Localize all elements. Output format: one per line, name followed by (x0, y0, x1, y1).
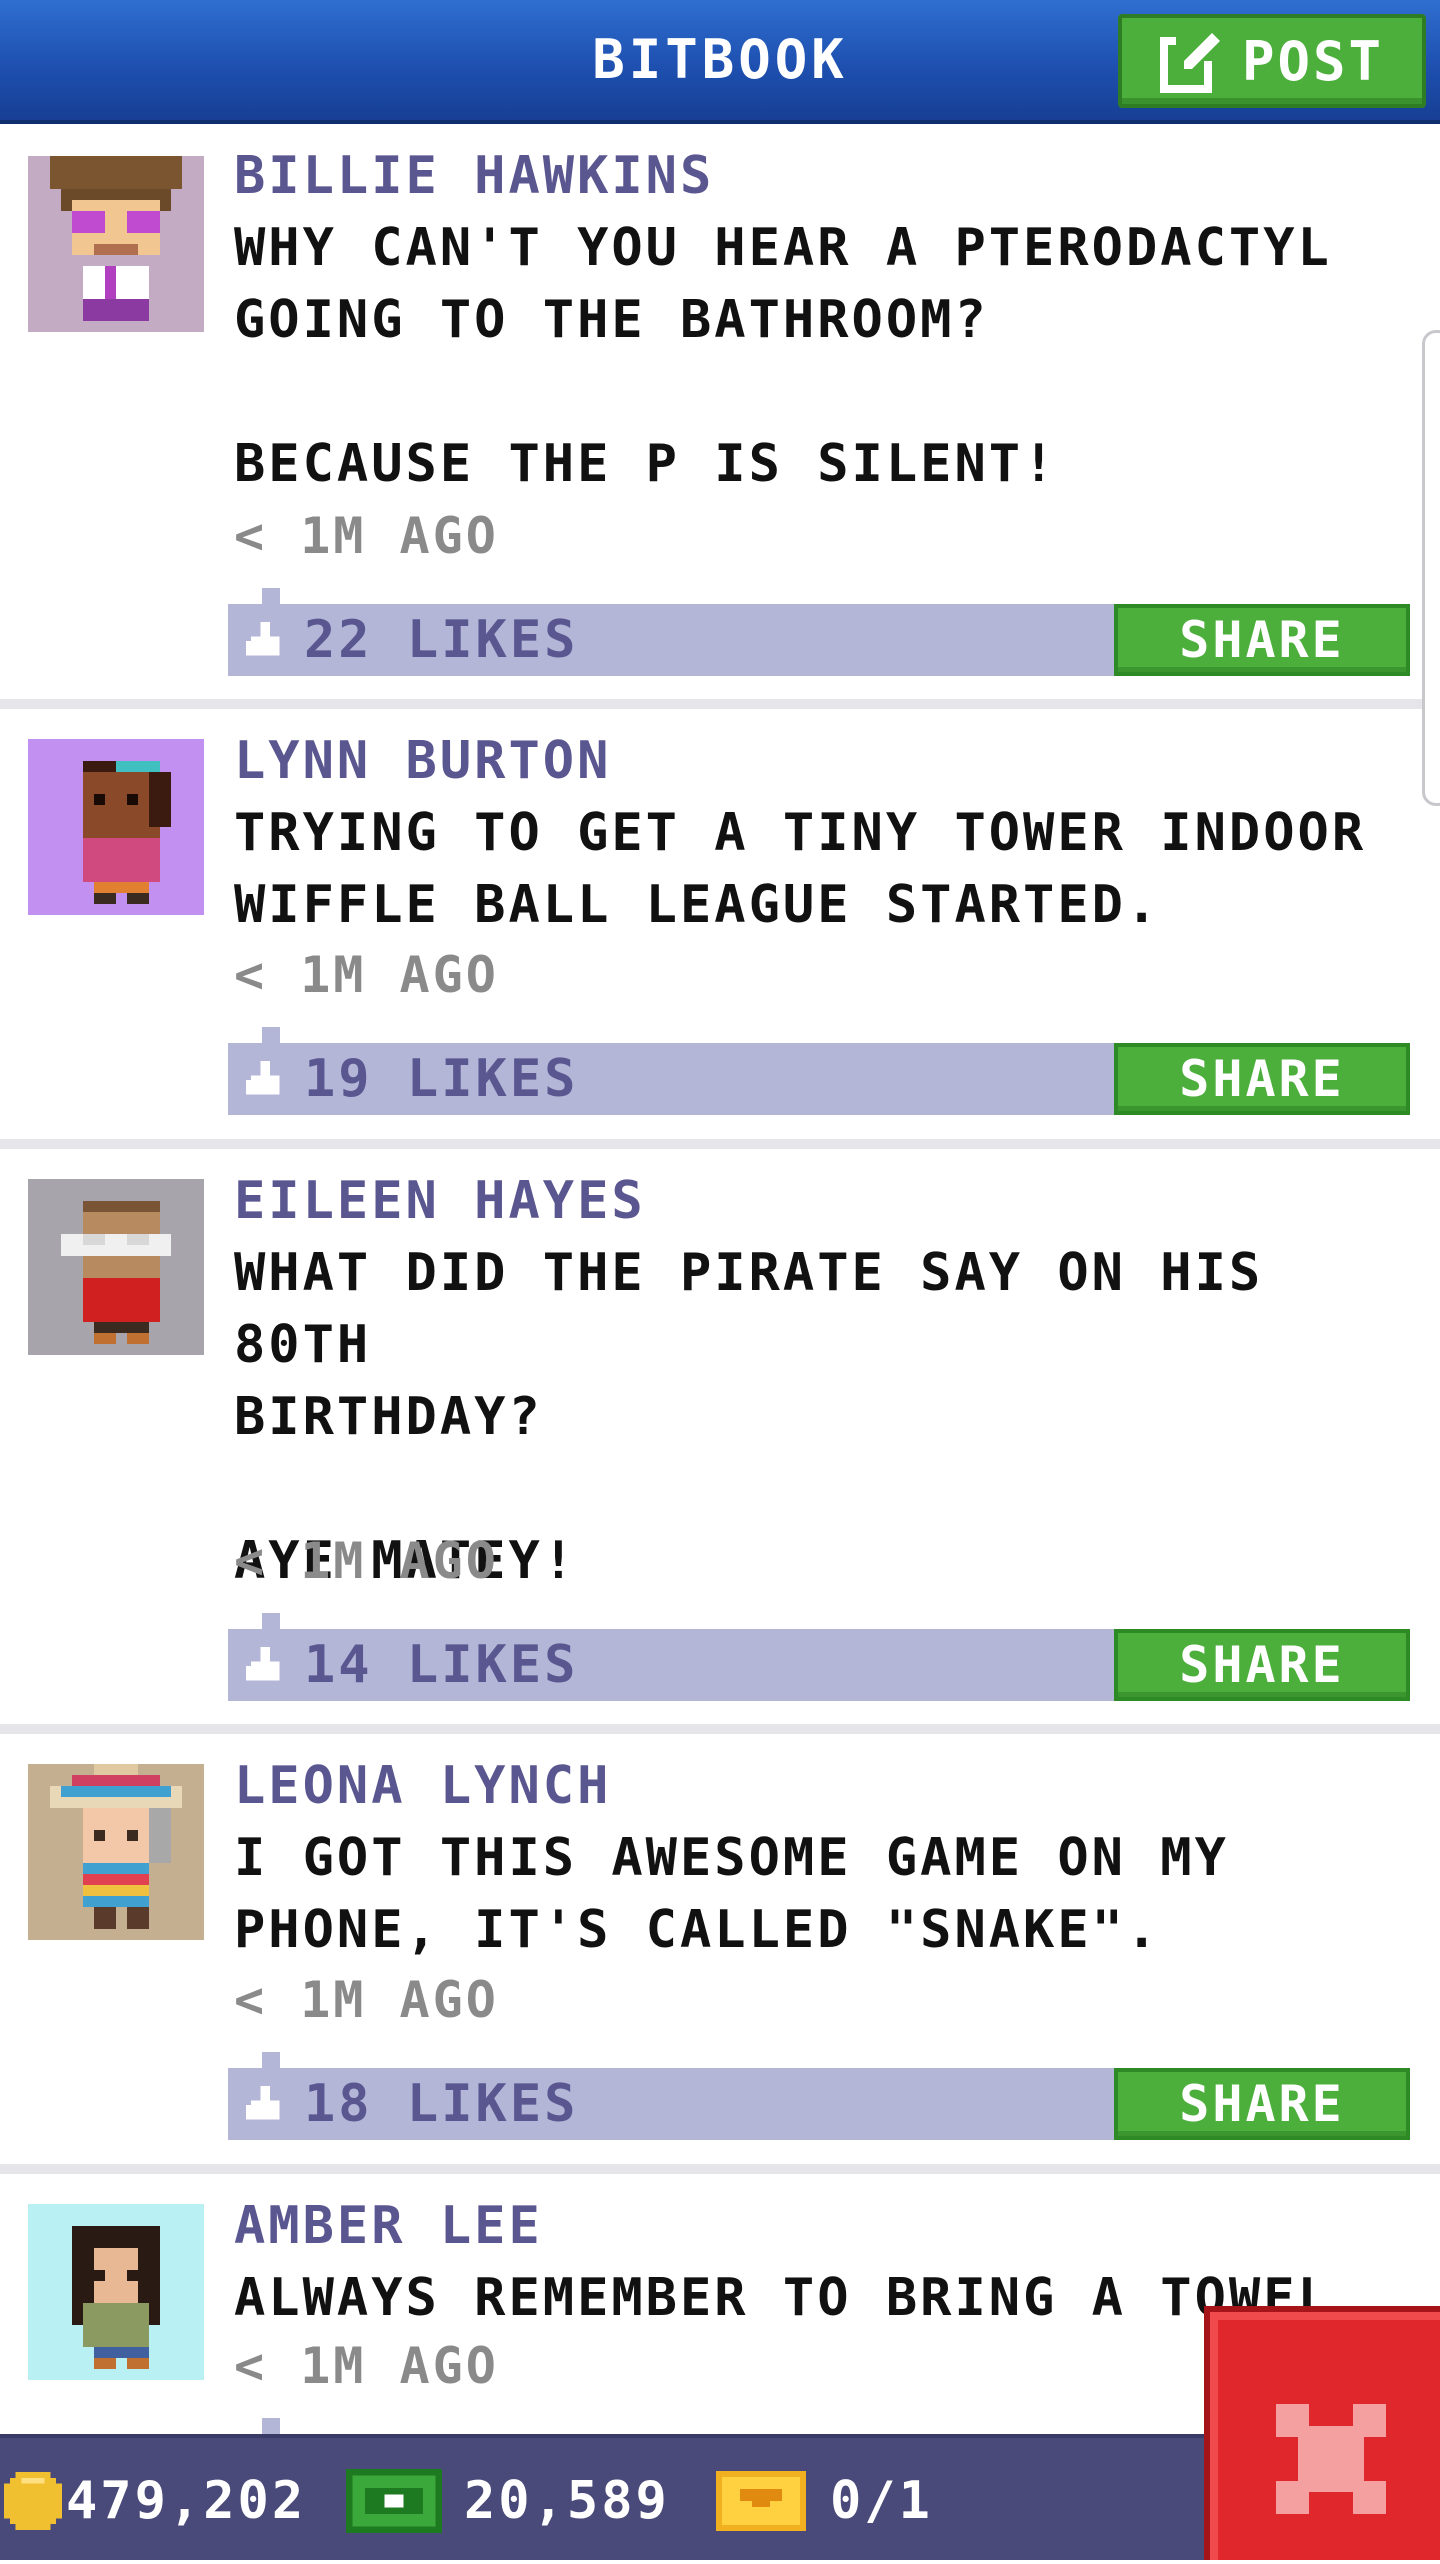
lynn-avatar-icon[interactable] (28, 739, 204, 915)
post-message: TRYING TO GET A TINY TOWER INDOOR WIFFLE… (234, 803, 1367, 935)
tickets-value: 0/1 (830, 2471, 933, 2531)
thumbs-up-icon[interactable] (246, 622, 284, 660)
close-button[interactable] (1204, 2306, 1440, 2560)
close-icon (1276, 2404, 1386, 2514)
like-count: 22 LIKES (304, 610, 579, 670)
billie-avatar-icon[interactable] (28, 156, 204, 332)
post-time: < 1M AGO (234, 946, 499, 1004)
post-author[interactable]: AMBER LEE (234, 2196, 543, 2256)
post-message: I GOT THIS AWESOME GAME ON MY PHONE, IT'… (234, 1828, 1229, 1960)
tickets-counter: 0/1 (716, 2438, 933, 2564)
thumbs-up-icon[interactable] (246, 1647, 284, 1685)
like-count: 18 LIKES (304, 2074, 579, 2134)
post-button[interactable]: POST (1118, 14, 1426, 108)
coins-value: 479,202 (66, 2471, 307, 2531)
thumbs-up-icon[interactable] (246, 2086, 284, 2124)
leona-avatar-icon[interactable] (28, 1764, 204, 1940)
bux-icon (346, 2469, 442, 2533)
divider (0, 2164, 1440, 2174)
share-button[interactable]: SHARE (1114, 1043, 1410, 1115)
like-bar-notch (262, 1027, 280, 1043)
thumbs-up-icon[interactable] (246, 1061, 284, 1099)
feed[interactable]: BILLIE HAWKINS WHY CAN'T YOU HEAR A PTER… (0, 124, 1440, 2434)
divider (0, 1724, 1440, 1734)
coins-counter: 479,202 (4, 2438, 306, 2564)
compose-icon (1159, 33, 1224, 93)
amber-avatar-icon[interactable] (28, 2204, 204, 2380)
like-bar-notch (262, 588, 280, 604)
post-item: BILLIE HAWKINS WHY CAN'T YOU HEAR A PTER… (0, 124, 1440, 709)
like-bar-notch (262, 2052, 280, 2068)
post-author[interactable]: LEONA LYNCH (234, 1756, 611, 1816)
like-bar-notch (262, 1613, 280, 1629)
coin-icon (4, 2472, 62, 2530)
post-time: < 1M AGO (234, 1532, 499, 1590)
share-button[interactable]: SHARE (1114, 604, 1410, 676)
bux-counter: 20,589 (346, 2438, 670, 2564)
post-time: < 1M AGO (234, 2337, 499, 2395)
like-bar: 18 LIKES SHARE (228, 2068, 1410, 2140)
post-item: LYNN BURTON TRYING TO GET A TINY TOWER I… (0, 709, 1440, 1149)
bux-value: 20,589 (464, 2471, 670, 2531)
post-author[interactable]: EILEEN HAYES (234, 1171, 646, 1231)
scrollbar[interactable] (1422, 330, 1440, 806)
post-time: < 1M AGO (234, 1971, 499, 2029)
eileen-avatar-icon[interactable] (28, 1179, 204, 1355)
like-bar-notch (262, 2418, 280, 2434)
like-bar: 19 LIKES SHARE (228, 1043, 1410, 1115)
post-button-label: POST (1241, 29, 1385, 93)
like-count: 14 LIKES (304, 1635, 579, 1695)
like-bar: 22 LIKES SHARE (228, 604, 1410, 676)
post-author[interactable]: LYNN BURTON (234, 731, 611, 791)
post-item: EILEEN HAYES WHAT DID THE PIRATE SAY ON … (0, 1149, 1440, 1734)
post-message: WHY CAN'T YOU HEAR A PTERODACTYL GOING T… (234, 218, 1332, 494)
post-time: < 1M AGO (234, 507, 499, 565)
like-bar: 14 LIKES SHARE (228, 1629, 1410, 1701)
post-author[interactable]: BILLIE HAWKINS (234, 146, 714, 206)
share-button[interactable]: SHARE (1114, 2068, 1410, 2140)
ticket-icon (716, 2471, 806, 2531)
divider (0, 1139, 1440, 1149)
post-item: LEONA LYNCH I GOT THIS AWESOME GAME ON M… (0, 1734, 1440, 2174)
divider (0, 699, 1440, 709)
like-count: 19 LIKES (304, 1049, 579, 1109)
app-header: BITBOOK POST (0, 0, 1440, 124)
share-button[interactable]: SHARE (1114, 1629, 1410, 1701)
